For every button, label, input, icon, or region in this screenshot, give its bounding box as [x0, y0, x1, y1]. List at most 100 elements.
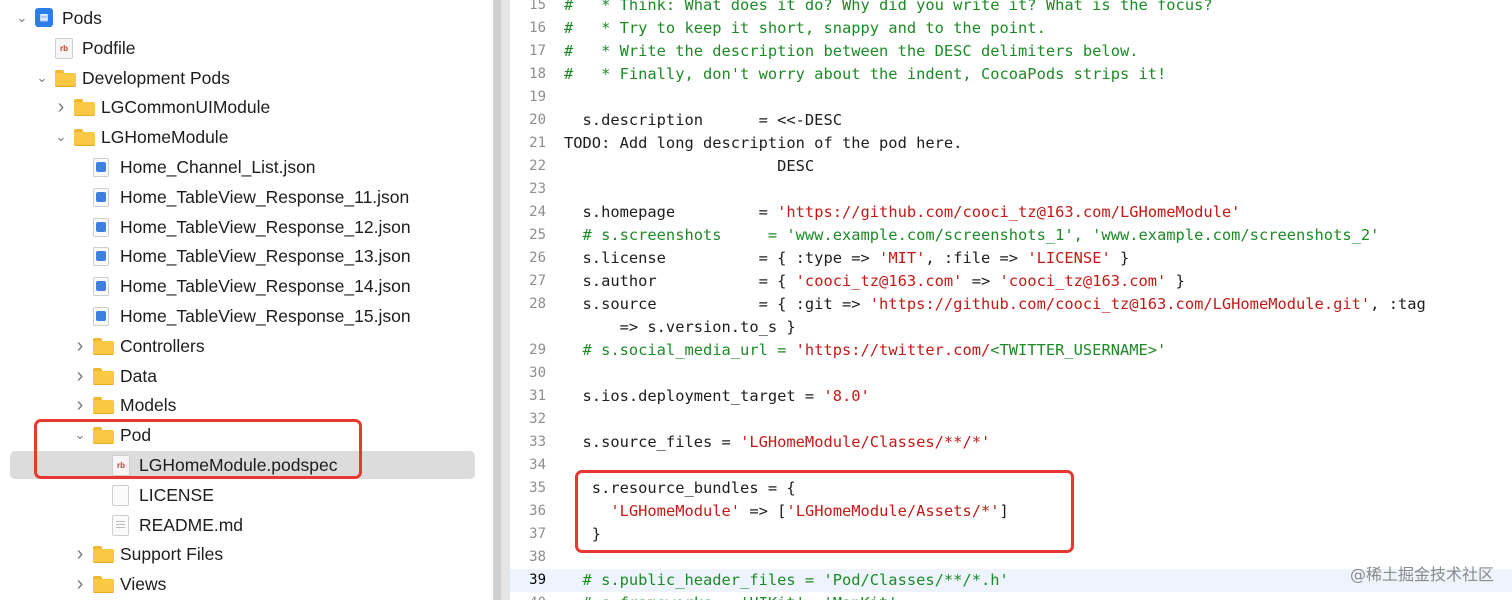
- code-comment: # * Finally, don't worry about the inden…: [564, 65, 1167, 83]
- code-line[interactable]: 29 # s.social_media_url = 'https://twitt…: [510, 339, 1512, 362]
- navigator-item[interactable]: › Models: [0, 390, 493, 420]
- markdown-file-icon: [112, 514, 129, 536]
- code-line[interactable]: 22 DESC: [510, 155, 1512, 178]
- code-line[interactable]: 21 TODO: Add long description of the pod …: [510, 132, 1512, 155]
- code-text: TODO: Add long description of the pod he…: [564, 132, 962, 155]
- line-number: 32: [529, 411, 546, 427]
- navigator-item[interactable]: › LGCommonUIModule: [0, 92, 493, 122]
- code-line[interactable]: 19: [510, 86, 1512, 109]
- code-text: DESC: [564, 155, 814, 178]
- code-string: 'LICENSE': [1027, 249, 1111, 267]
- code-token: s.ios.deployment_target =: [564, 387, 824, 405]
- navigator-item-label: Home_TableView_Response_14.json: [120, 276, 411, 297]
- code-text: # * Write the description between the DE…: [564, 40, 1139, 63]
- navigator-item[interactable]: ⌄ Development Pods: [0, 63, 493, 93]
- code-token: s.source = { :git =>: [564, 295, 870, 313]
- line-number: 27: [529, 273, 546, 289]
- code-line[interactable]: 32: [510, 408, 1512, 431]
- navigator-item-label: Support Files: [120, 544, 224, 565]
- navigator-item[interactable]: README.md: [0, 510, 493, 540]
- navigator-item-label: LGCommonUIModule: [101, 97, 271, 118]
- navigator-item-label: Podfile: [82, 37, 136, 58]
- code-text: # * Think: What does it do? Why did you …: [564, 0, 1213, 17]
- navigator-item-label: Home_TableView_Response_11.json: [120, 186, 410, 207]
- code-line[interactable]: 23: [510, 178, 1512, 201]
- code-comment: <TWITTER_USERNAME>': [990, 341, 1167, 359]
- line-number: 21: [529, 135, 546, 151]
- line-number: 15: [529, 0, 546, 13]
- navigator-item[interactable]: Home_TableView_Response_13.json: [0, 241, 493, 271]
- navigator-item[interactable]: ⌄ ▤ Pods: [0, 3, 493, 33]
- chevron-down-icon[interactable]: ⌄: [15, 3, 29, 33]
- code-comment: # s.social_media_url =: [564, 341, 796, 359]
- json-file-icon: [93, 217, 109, 237]
- navigator-item[interactable]: rb Podfile: [0, 33, 493, 63]
- chevron-down-icon[interactable]: ⌄: [35, 63, 49, 93]
- line-number: 16: [529, 20, 546, 36]
- code-text: # s.public_header_files = 'Pod/Classes/*…: [564, 569, 1009, 592]
- chevron-right-icon[interactable]: ›: [54, 92, 68, 122]
- code-token: DESC: [564, 157, 815, 175]
- chevron-right-icon[interactable]: ›: [73, 331, 87, 361]
- navigator-item[interactable]: ⌄ LGHomeModule: [0, 122, 493, 152]
- folder-icon: [93, 397, 114, 415]
- navigator-item[interactable]: Home_TableView_Response_14.json: [0, 271, 493, 301]
- folder-icon: [93, 576, 114, 594]
- line-number: 29: [529, 342, 546, 358]
- code-text: # * Try to keep it short, snappy and to …: [564, 17, 1046, 40]
- chevron-right-icon[interactable]: ›: [73, 539, 87, 569]
- navigator-item[interactable]: › Support Files: [0, 539, 493, 569]
- navigator-item[interactable]: Home_TableView_Response_11.json: [0, 182, 493, 212]
- code-text: s.ios.deployment_target = '8.0': [564, 385, 870, 408]
- code-line[interactable]: 26 s.license = { :type => 'MIT', :file =…: [510, 247, 1512, 270]
- code-string: 'cooci_tz@163.com': [999, 272, 1167, 290]
- code-line[interactable]: 15 # * Think: What does it do? Why did yo…: [510, 0, 1512, 17]
- code-line[interactable]: 17 # * Write the description between the …: [510, 40, 1512, 63]
- code-line[interactable]: => s.version.to_s }: [510, 316, 1512, 339]
- code-line[interactable]: 33 s.source_files = 'LGHomeModule/Classe…: [510, 431, 1512, 454]
- document-icon: [112, 484, 129, 506]
- navigator-item[interactable]: › Views: [0, 569, 493, 599]
- code-line[interactable]: 40 # s.frameworks = 'UIKit', 'MapKit': [510, 592, 1512, 600]
- watermark: @稀土掘金技术社区: [1349, 565, 1494, 584]
- chevron-right-icon[interactable]: ›: [73, 569, 87, 599]
- code-comment: # s.frameworks = 'UIKit', 'MapKit': [564, 594, 898, 600]
- navigator-item[interactable]: › Controllers: [0, 331, 493, 361]
- json-file-icon: [93, 247, 109, 267]
- code-line[interactable]: 31 s.ios.deployment_target = '8.0': [510, 385, 1512, 408]
- code-line[interactable]: 25 # s.screenshots = 'www.example.com/sc…: [510, 224, 1512, 247]
- code-string: 'https://twitter.com/: [795, 341, 991, 359]
- code-token: s.homepage =: [564, 203, 778, 221]
- navigator-item[interactable]: › Data: [0, 361, 493, 391]
- json-file-icon: [93, 307, 109, 326]
- chevron-down-icon[interactable]: ⌄: [54, 122, 68, 152]
- code-text: s.source_files = 'LGHomeModule/Classes/*…: [564, 431, 991, 454]
- line-number: 18: [529, 66, 546, 82]
- navigator-item-label: Pods: [62, 8, 102, 28]
- navigator-item[interactable]: Home_Channel_List.json: [0, 152, 493, 182]
- annotation-highlight-box: [575, 470, 1074, 553]
- code-token: s.license = { :type =>: [564, 249, 880, 267]
- navigator-item[interactable]: Home_TableView_Response_12.json: [0, 212, 493, 242]
- code-line[interactable]: 24 s.homepage = 'https://github.com/cooc…: [510, 201, 1512, 224]
- navigator-item[interactable]: LICENSE: [0, 480, 493, 510]
- code-string: 'https://github.com/cooci_tz@163.com/LGH…: [777, 203, 1241, 221]
- code-token: =>: [962, 272, 1000, 290]
- navigator-item[interactable]: Home_TableView_Response_15.json: [0, 301, 493, 331]
- line-number: 35: [529, 480, 546, 496]
- code-text: s.source = { :git => 'https://github.com…: [564, 293, 1426, 316]
- code-comment: # * Try to keep it short, snappy and to …: [564, 19, 1046, 37]
- code-line[interactable]: 16 # * Try to keep it short, snappy and t…: [510, 17, 1512, 40]
- code-line[interactable]: 27 s.author = { 'cooci_tz@163.com' => 'c…: [510, 270, 1512, 293]
- code-line[interactable]: 20 s.description = <<-DESC: [510, 109, 1512, 132]
- line-number: 20: [529, 112, 546, 128]
- line-number: 37: [529, 526, 546, 542]
- code-line[interactable]: 30: [510, 362, 1512, 385]
- chevron-right-icon[interactable]: ›: [73, 361, 87, 391]
- pane-splitter[interactable]: [493, 0, 510, 600]
- code-line[interactable]: 18 # * Finally, don't worry about the ind…: [510, 63, 1512, 86]
- code-line[interactable]: 28 s.source = { :git => 'https://github.…: [510, 293, 1512, 316]
- pods-project-icon: ▤: [35, 8, 53, 27]
- folder-icon: [93, 546, 114, 564]
- chevron-right-icon[interactable]: ›: [73, 390, 87, 420]
